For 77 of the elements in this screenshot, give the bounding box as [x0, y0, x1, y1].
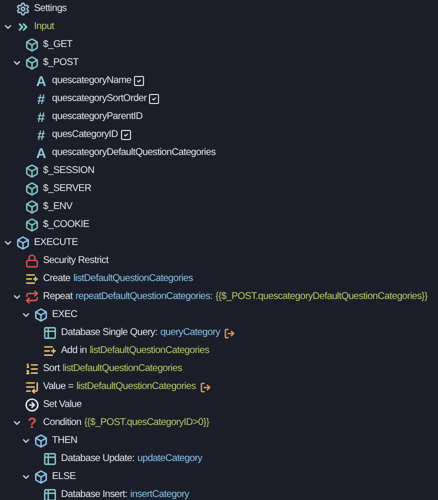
letter-type-icon: A: [34, 74, 48, 88]
chevron-down-icon[interactable]: [21, 436, 31, 446]
list-plus-icon: [25, 272, 39, 286]
cube-icon: [34, 308, 48, 322]
lock-icon: [25, 254, 39, 268]
chevron-down-icon[interactable]: [12, 418, 22, 428]
checkbox-checked-icon[interactable]: [120, 129, 132, 141]
node-label[interactable]: $_ENV: [43, 200, 72, 214]
cube-icon: [25, 56, 39, 70]
node-label[interactable]: quesCategoryID: [52, 128, 118, 142]
node-label[interactable]: Database Insert:: [61, 488, 128, 500]
node-label[interactable]: Create: [43, 272, 70, 286]
node-label[interactable]: quescategoryDefaultQuestionCategories: [52, 146, 216, 160]
binding-expression: listDefaultQuestionCategories: [76, 380, 196, 394]
node-label[interactable]: quescategoryParentID: [52, 110, 142, 124]
table-icon: [43, 452, 57, 466]
hash-type-icon: #: [34, 128, 48, 142]
hash-type-icon: #: [34, 110, 48, 124]
node-label[interactable]: Security Restrict: [43, 254, 108, 268]
node-label[interactable]: Settings: [34, 2, 67, 16]
list-sort-icon: [25, 362, 39, 376]
node-label[interactable]: Condition: [43, 416, 82, 430]
chevron-down-icon[interactable]: [21, 472, 31, 482]
hash-type-icon: #: [34, 92, 48, 106]
node-label[interactable]: $_COOKIE: [43, 218, 90, 232]
cube-icon: [25, 38, 39, 52]
node-label[interactable]: Database Single Query:: [61, 326, 158, 340]
reference-name: updateCategory: [137, 452, 202, 466]
chevron-down-icon[interactable]: [12, 58, 22, 68]
checkbox-checked-icon[interactable]: [148, 93, 160, 105]
reference-name: listDefaultQuestionCategories: [73, 272, 193, 286]
binding-expression: listDefaultQuestionCategories: [62, 362, 182, 376]
node-label[interactable]: Sort: [43, 362, 60, 376]
node-label[interactable]: quescategorySortOrder: [52, 92, 146, 106]
node-label[interactable]: Database Update:: [61, 452, 134, 466]
binding-expression: listDefaultQuestionCategories: [90, 344, 210, 358]
reference-name: queryCategory: [160, 326, 220, 340]
list-value-icon: [25, 380, 39, 394]
node-label[interactable]: $_POST: [43, 56, 78, 70]
node-label[interactable]: EXECUTE: [34, 236, 78, 250]
cube-icon: [16, 236, 30, 250]
checkbox-checked-icon[interactable]: [133, 75, 146, 87]
node-label[interactable]: $_SESSION: [43, 164, 94, 178]
node-label[interactable]: Value =: [43, 380, 74, 394]
node-label[interactable]: Set Value: [43, 398, 82, 412]
question-icon: ?: [25, 416, 39, 430]
node-label[interactable]: $_SERVER: [43, 182, 92, 196]
binding-expression: {{$_POST.quescategoryDefaultQuestionCategories}}: [215, 290, 428, 304]
double-chevron-icon: [16, 20, 30, 34]
chevron-down-icon[interactable]: [12, 292, 22, 302]
node-label[interactable]: Repeat: [43, 290, 72, 304]
binding-expression: {{$_POST.quesCategoryID>0}}: [84, 416, 210, 430]
node-label[interactable]: ELSE: [52, 470, 76, 484]
node-label[interactable]: Add in: [61, 344, 87, 358]
chevron-down-icon[interactable]: [3, 22, 13, 32]
node-label[interactable]: $_GET: [43, 38, 72, 52]
node-label[interactable]: quescategoryName: [52, 74, 132, 88]
cube-icon: [34, 470, 48, 484]
list-plus-icon: [43, 344, 57, 358]
gear-icon: [16, 2, 30, 16]
cube-icon: [25, 218, 39, 232]
reference-name: repeatDefaultQuestionCategories:: [76, 290, 212, 304]
cube-icon: [25, 164, 39, 178]
repeat-icon: [25, 290, 39, 304]
arrow-circle-icon: [25, 398, 39, 412]
chevron-down-icon[interactable]: [21, 310, 31, 320]
cube-icon: [25, 182, 39, 196]
node-label[interactable]: THEN: [52, 434, 78, 448]
table-icon: [43, 488, 57, 500]
cube-icon: [34, 434, 48, 448]
cube-icon: [25, 200, 39, 214]
reference-name: insertCategory: [130, 488, 190, 500]
chevron-down-icon[interactable]: [3, 238, 13, 248]
letter-type-icon: A: [34, 146, 48, 160]
node-label[interactable]: EXEC: [52, 308, 78, 322]
node-label[interactable]: Input: [34, 20, 54, 34]
table-icon: [43, 326, 57, 340]
